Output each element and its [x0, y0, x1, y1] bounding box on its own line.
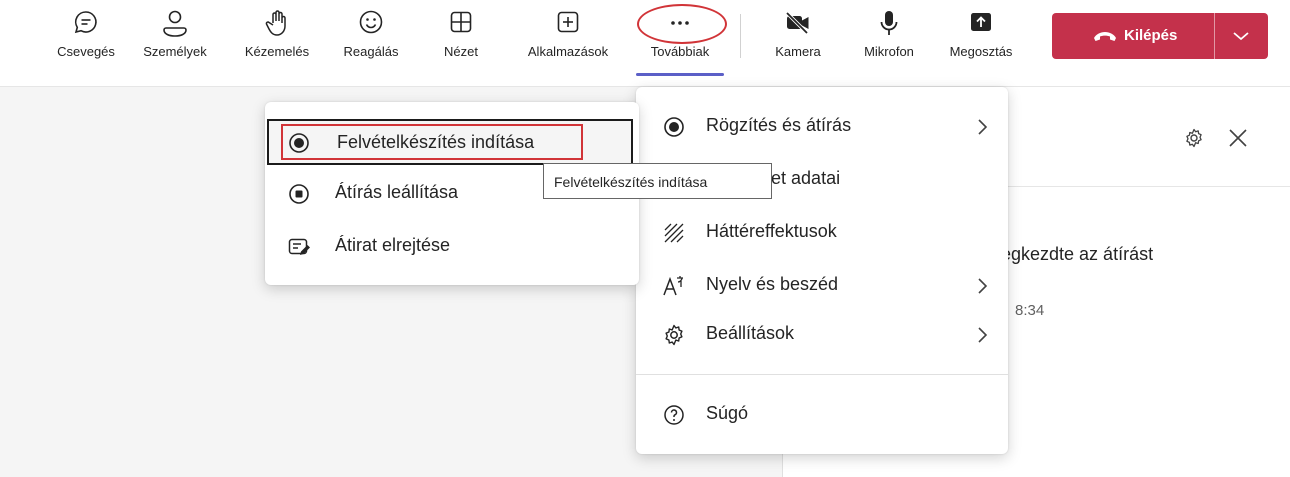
stop-icon: [289, 184, 309, 204]
more-options-menu: Rögzítés és átírás Értekezlet adatai Hát…: [636, 87, 1008, 454]
leave-button[interactable]: Kilépés: [1052, 13, 1214, 59]
raise-hand-label: Kézemelés: [244, 44, 310, 59]
share-button[interactable]: Megosztás: [938, 8, 1024, 74]
people-icon: [163, 10, 187, 37]
menu-item-label: Háttéreffektusok: [706, 221, 837, 241]
people-button[interactable]: Személyek: [134, 8, 216, 74]
raise-hand-button[interactable]: Kézemelés: [233, 8, 321, 74]
menu-item-label: Rögzítés és átírás: [706, 115, 852, 135]
chat-label: Csevegés: [57, 44, 115, 59]
tooltip: Felvételkészítés indítása: [543, 163, 772, 199]
menu-item-background-effects[interactable]: Háttéreffektusok: [636, 207, 1008, 259]
menu-item-language-speech[interactable]: Nyelv és beszéd: [636, 260, 1008, 312]
leave-options-button[interactable]: [1215, 13, 1268, 59]
chevron-right-icon: [978, 119, 988, 135]
smiley-icon: [359, 10, 383, 34]
chevron-down-icon: [1233, 32, 1249, 41]
share-label: Megosztás: [949, 44, 1013, 59]
transcript-timestamp: 8:34: [1015, 302, 1045, 319]
microphone-label: Mikrofon: [864, 44, 914, 59]
react-label: Reagálás: [343, 44, 399, 59]
language-icon: [663, 276, 683, 296]
pane-close-icon[interactable]: [1227, 127, 1249, 149]
meeting-toolbar: Csevegés Személyek Kézemelés Reagálás Né…: [0, 0, 1290, 87]
more-button-highlight: [637, 4, 727, 44]
chevron-right-icon: [978, 278, 988, 294]
active-tab-indicator: [636, 73, 724, 76]
camera-off-icon: [785, 11, 809, 35]
toolbar-divider: [740, 14, 741, 58]
chat-icon: [74, 11, 97, 34]
microphone-icon: [880, 11, 898, 35]
submenu-item-label: Átírás leállítása: [335, 182, 459, 202]
menu-item-settings[interactable]: Beállítások: [636, 309, 1008, 361]
view-button[interactable]: Nézet: [426, 8, 496, 74]
raise-hand-icon: [265, 10, 286, 36]
menu-item-label: Beállítások: [706, 323, 795, 343]
chevron-right-icon: [978, 327, 988, 343]
background-effects-icon: [664, 223, 684, 243]
menu-item-help[interactable]: Súgó: [636, 389, 1008, 441]
view-label: Nézet: [444, 44, 478, 59]
submenu-item-hide-transcript[interactable]: Átirat elrejtése: [265, 221, 639, 273]
menu-item-label: Súgó: [706, 403, 749, 423]
apps-label: Alkalmazások: [527, 44, 609, 59]
transcript-icon: [288, 238, 310, 255]
apps-button[interactable]: Alkalmazások: [512, 8, 624, 74]
microphone-button[interactable]: Mikrofon: [848, 8, 930, 74]
share-icon: [971, 13, 991, 31]
menu-item-recording-transcription[interactable]: Rögzítés és átírás: [636, 101, 1008, 153]
camera-button[interactable]: Kamera: [762, 8, 834, 74]
record-icon: [664, 117, 684, 137]
leave-button-group: Kilépés: [1052, 13, 1268, 59]
leave-label: Kilépés: [1124, 27, 1178, 44]
submenu-item-label: Átirat elrejtése: [335, 235, 451, 255]
transcript-started-message: megkezdte az átírást: [986, 244, 1154, 264]
menu-item-label: Nyelv és beszéd: [706, 274, 839, 294]
view-grid-icon: [450, 11, 472, 33]
menu-divider: [636, 374, 1008, 375]
react-button[interactable]: Reagálás: [333, 8, 409, 74]
gear-icon: [665, 324, 683, 346]
people-label: Személyek: [143, 44, 207, 59]
submenu-item-label: Felvételkészítés indítása: [337, 132, 535, 152]
add-app-icon: [557, 11, 579, 33]
hang-up-icon: [1094, 32, 1116, 41]
camera-label: Kamera: [775, 44, 821, 59]
chat-button[interactable]: Csevegés: [48, 8, 124, 74]
help-icon: [664, 405, 684, 425]
more-label: Továbbiak: [650, 44, 710, 59]
submenu-item-start-recording[interactable]: Felvételkészítés indítása: [267, 119, 633, 165]
pane-gear-icon[interactable]: [1183, 127, 1205, 149]
